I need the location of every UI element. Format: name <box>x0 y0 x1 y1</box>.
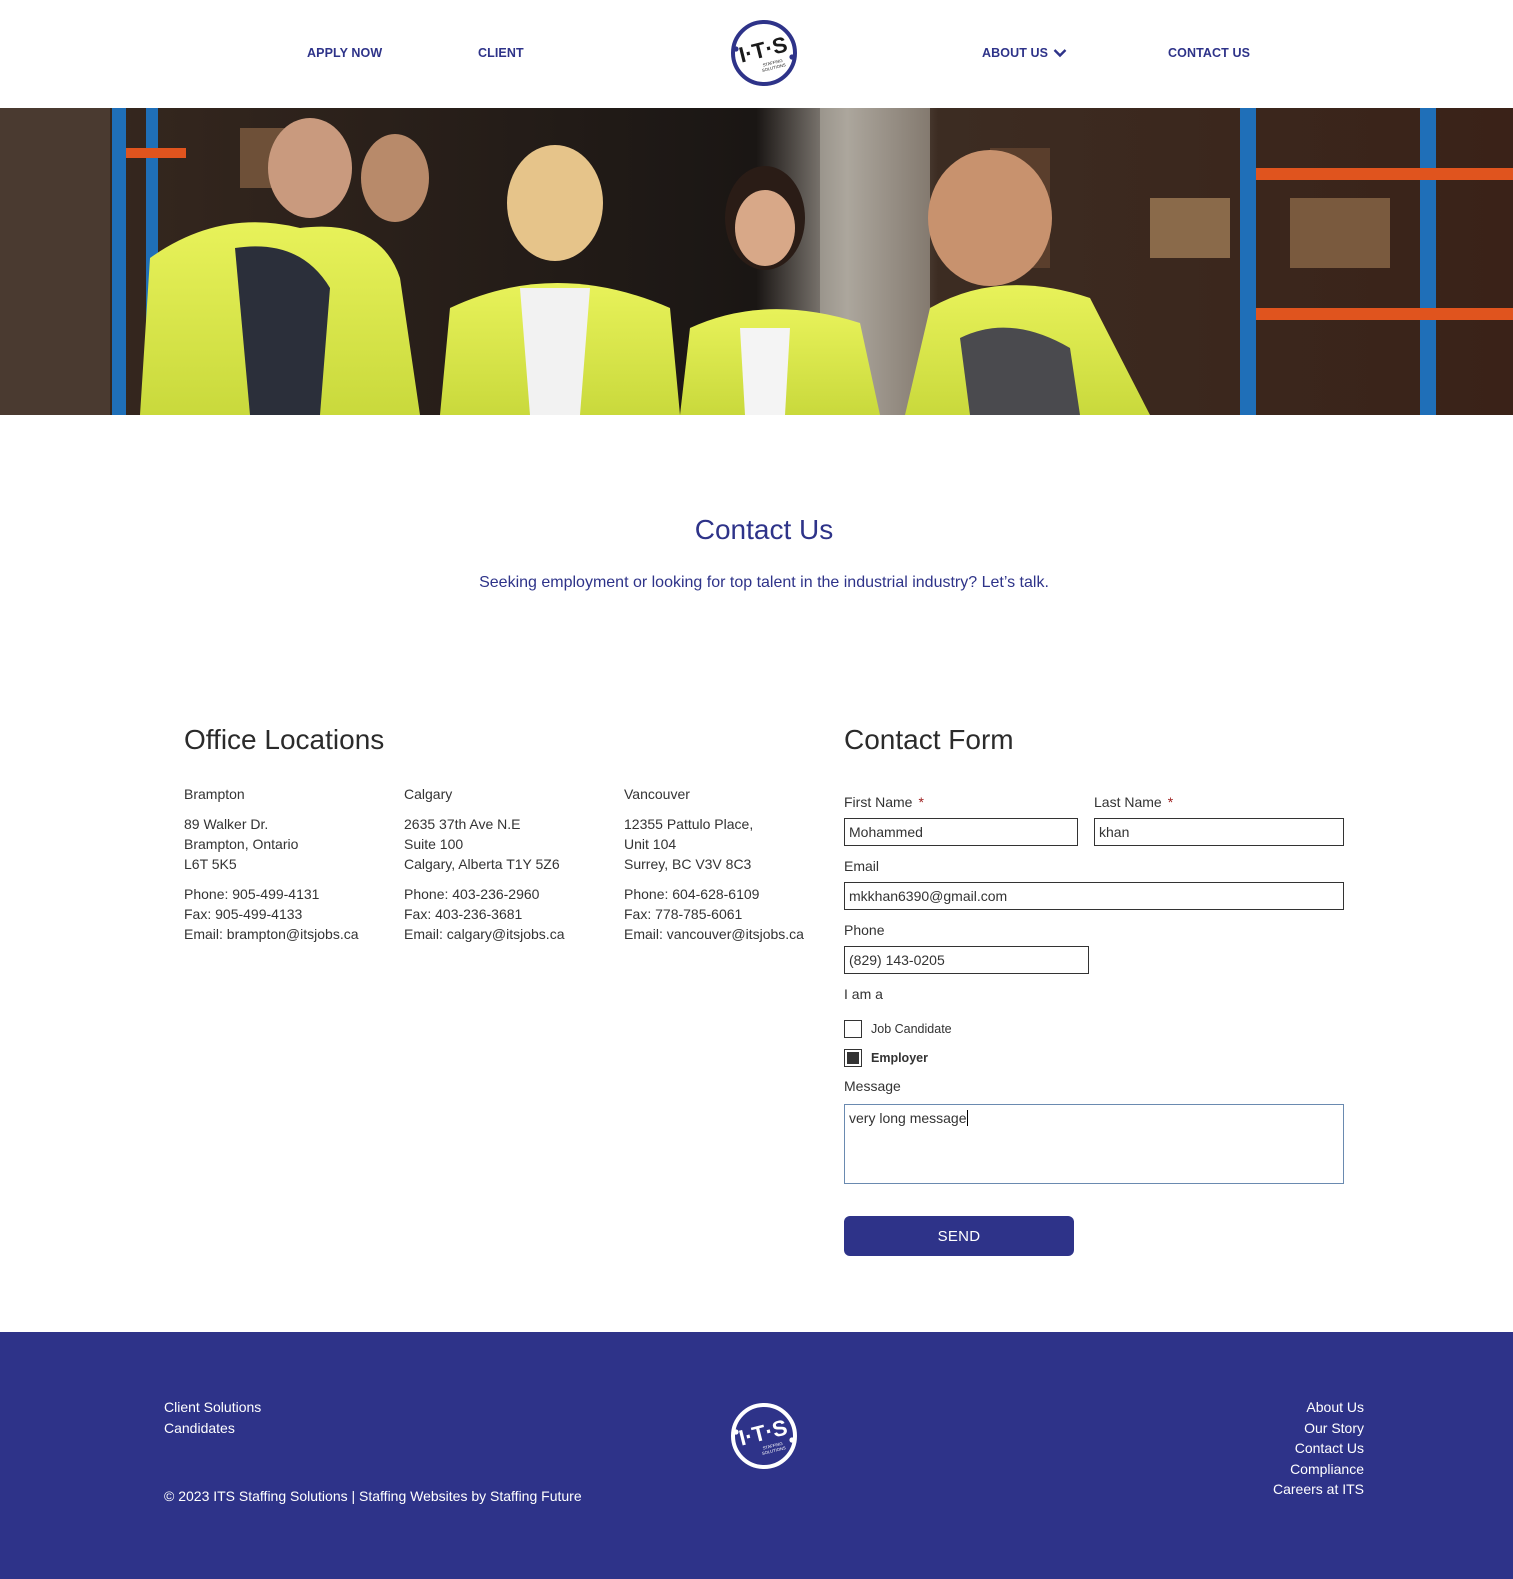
warehouse-team-photo <box>0 108 1513 415</box>
footer-link-candidates[interactable]: Candidates <box>164 1418 261 1439</box>
job-candidate-checkbox[interactable] <box>844 1020 862 1038</box>
office-address: 89 Walker Dr. Brampton, Ontario L6T 5K5 <box>184 814 399 874</box>
last-name-field[interactable]: khan <box>1094 818 1344 846</box>
first-name-field[interactable]: Mohammed <box>844 818 1078 846</box>
office-address-line: L6T 5K5 <box>184 856 237 872</box>
chevron-down-icon <box>1053 49 1067 58</box>
office-email[interactable]: Email: vancouver@itsjobs.ca <box>624 924 824 944</box>
office-brampton: Brampton 89 Walker Dr. Brampton, Ontario… <box>184 784 399 944</box>
office-calgary: Calgary 2635 37th Ave N.E Suite 100 Calg… <box>404 784 619 944</box>
message-field[interactable]: very long message <box>844 1104 1344 1184</box>
nav-apply-now[interactable]: APPLY NOW <box>307 46 382 60</box>
nav-contact-us[interactable]: CONTACT US <box>1168 46 1250 60</box>
copyright-text: © 2023 ITS Staffing Solutions | Staffing… <box>164 1488 582 1504</box>
footer-link-contact-us[interactable]: Contact Us <box>1273 1438 1364 1459</box>
office-phone: Phone: 905-499-4131 <box>184 886 320 902</box>
office-address-line: Brampton, Ontario <box>184 836 299 852</box>
last-name-label: Last Name * <box>1094 794 1173 810</box>
its-logo[interactable]: I·T·S STAFFING SOLUTIONS <box>730 19 798 87</box>
office-city: Vancouver <box>624 786 690 802</box>
employer-checkbox[interactable] <box>844 1049 862 1067</box>
site-footer: Client Solutions Candidates I·T·S STAFFI… <box>0 1332 1513 1579</box>
footer-link-about-us[interactable]: About Us <box>1273 1397 1364 1418</box>
office-email[interactable]: Email: calgary@itsjobs.ca <box>404 924 619 944</box>
page-title: Contact Us <box>694 514 834 545</box>
checked-mark-icon <box>847 1052 859 1064</box>
nav-client[interactable]: CLIENT <box>478 46 524 60</box>
footer-link-our-story[interactable]: Our Story <box>1273 1418 1364 1439</box>
message-text: very long message <box>849 1110 967 1126</box>
iam-label: I am a <box>844 986 883 1002</box>
office-city: Brampton <box>184 786 245 802</box>
office-address: 2635 37th Ave N.E Suite 100 Calgary, Alb… <box>404 814 619 874</box>
its-logo-footer[interactable]: I·T·S STAFFING SOLUTIONS <box>730 1402 798 1470</box>
office-address-line: 12355 Pattulo Place, <box>624 816 754 832</box>
text-caret <box>966 1110 968 1126</box>
last-name-label-text: Last Name <box>1094 794 1162 810</box>
phone-label: Phone <box>844 922 885 938</box>
option-job-candidate[interactable]: Job Candidate <box>844 1020 952 1038</box>
nav-about-label: ABOUT US <box>982 46 1049 60</box>
phone-field[interactable]: (829) 143-0205 <box>844 946 1089 974</box>
office-fax: Fax: 403-236-3681 <box>404 906 523 922</box>
office-address-line: Unit 104 <box>624 836 677 852</box>
office-address-line: Surrey, BC V3V 8C3 <box>624 856 752 872</box>
first-name-label: First Name * <box>844 794 924 810</box>
office-city: Calgary <box>404 786 453 802</box>
footer-link-compliance[interactable]: Compliance <box>1273 1459 1364 1480</box>
office-address-line: Calgary, Alberta T1Y 5Z6 <box>404 856 560 872</box>
contact-form-heading: Contact Form <box>844 724 1014 755</box>
office-address-line: 2635 37th Ave N.E <box>404 816 521 832</box>
page-subtitle: Seeking employment or looking for top ta… <box>479 574 1049 591</box>
office-locations-heading: Office Locations <box>184 724 385 755</box>
footer-left-links: Client Solutions Candidates <box>164 1397 261 1438</box>
first-name-label-text: First Name <box>844 794 913 810</box>
send-button[interactable]: SEND <box>844 1216 1074 1256</box>
nav-about-us[interactable]: ABOUT US <box>982 46 1067 60</box>
job-candidate-label: Job Candidate <box>871 1022 952 1036</box>
required-mark: * <box>918 794 924 810</box>
employer-label: Employer <box>871 1051 928 1065</box>
office-address-line: Suite 100 <box>404 836 464 852</box>
office-address-line: 89 Walker Dr. <box>184 816 269 832</box>
message-label: Message <box>844 1078 901 1094</box>
office-address: 12355 Pattulo Place, Unit 104 Surrey, BC… <box>624 814 824 874</box>
hero-image <box>0 108 1513 415</box>
office-email[interactable]: Email: brampton@itsjobs.ca <box>184 924 399 944</box>
required-mark: * <box>1167 794 1174 810</box>
office-fax: Fax: 778-785-6061 <box>624 906 743 922</box>
site-header: APPLY NOW CLIENT I·T·S STAFFING SOLUTION… <box>0 0 1513 108</box>
footer-link-careers[interactable]: Careers at ITS <box>1273 1479 1364 1500</box>
office-vancouver: Vancouver 12355 Pattulo Place, Unit 104 … <box>624 784 824 944</box>
office-phone: Phone: 403-236-2960 <box>404 886 540 902</box>
option-employer[interactable]: Employer <box>844 1049 928 1067</box>
office-phone: Phone: 604-628-6109 <box>624 886 760 902</box>
office-fax: Fax: 905-499-4133 <box>184 906 303 922</box>
email-label: Email <box>844 858 880 874</box>
footer-link-client-solutions[interactable]: Client Solutions <box>164 1397 261 1418</box>
footer-right-links: About Us Our Story Contact Us Compliance… <box>1273 1397 1364 1500</box>
email-field[interactable]: mkkhan6390@gmail.com <box>844 882 1344 910</box>
